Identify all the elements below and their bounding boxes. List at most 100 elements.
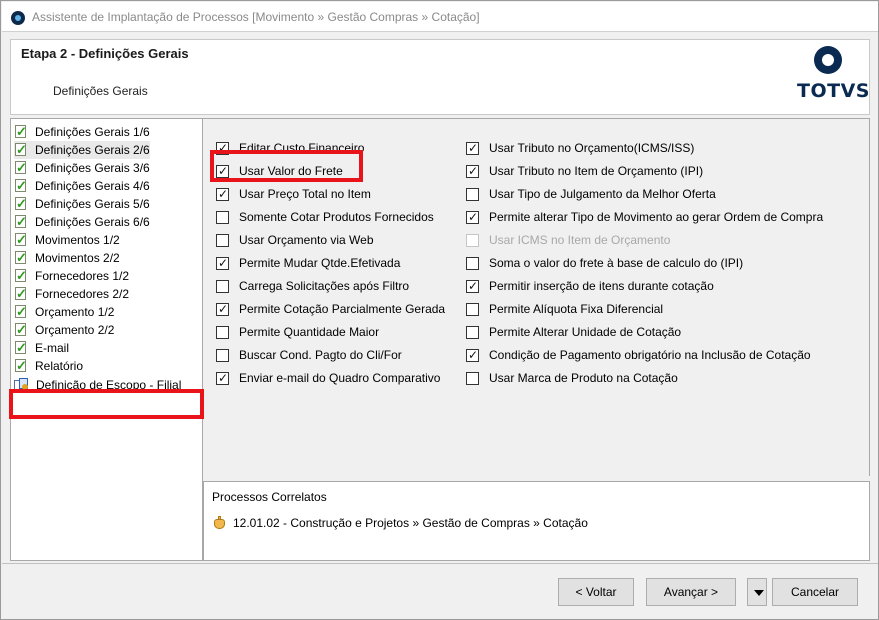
checkbox-box[interactable] [216, 233, 229, 247]
checkbox-box[interactable] [466, 141, 479, 155]
checkbox-usar-valor-do-frete[interactable]: Usar Valor do Frete [216, 162, 343, 180]
sidebar-item-definicoes-gerais-5[interactable]: ✓ Definições Gerais 5/6 [14, 195, 150, 213]
correlato-process-link[interactable]: 12.01.02 - Construção e Projetos » Gestã… [212, 516, 588, 530]
checkbox-editar-custo-financeiro[interactable]: Editar Custo Financeiro [216, 139, 364, 157]
checkbox-soma-valor-frete-ipi[interactable]: Soma o valor do frete à base de calculo … [466, 254, 743, 272]
sidebar-item-label: Fornecedores 1/2 [35, 269, 130, 283]
sidebar-item-label: Definições Gerais 4/6 [35, 179, 150, 193]
processos-correlatos-panel: Processos Correlatos 12.01.02 - Construç… [203, 481, 870, 561]
step-title: Etapa 2 - Definições Gerais [21, 46, 189, 61]
checkbox-somente-cotar-produtos-fornecidos[interactable]: Somente Cotar Produtos Fornecidos [216, 208, 434, 226]
checkbox-box[interactable] [216, 325, 229, 339]
wizard-footer: < Voltar Avançar > Cancelar [2, 563, 878, 619]
checkbox-label: Condição de Pagamento obrigatório na Inc… [489, 348, 811, 362]
checkbox-label: Permite Cotação Parcialmente Gerada [239, 302, 446, 316]
step-subtitle: Definições Gerais [53, 84, 148, 98]
completed-step-icon: ✓ [15, 250, 27, 265]
checkbox-usar-marca-produto[interactable]: Usar Marca de Produto na Cotação [466, 369, 678, 387]
completed-step-icon: ✓ [15, 322, 27, 337]
checkbox-box[interactable] [216, 256, 229, 270]
checkbox-carrega-solicitacoes-apos-filtro[interactable]: Carrega Solicitações após Filtro [216, 277, 409, 295]
checkbox-usar-tributo-item-orcamento[interactable]: Usar Tributo no Item de Orçamento (IPI) [466, 162, 703, 180]
checkbox-permitir-insercao-itens[interactable]: Permitir inserção de itens durante cotaç… [466, 277, 714, 295]
sidebar-item-movimentos-1[interactable]: ✓ Movimentos 1/2 [14, 231, 120, 249]
checkbox-box[interactable] [466, 187, 479, 201]
checkbox-box[interactable] [466, 256, 479, 270]
completed-step-icon: ✓ [15, 268, 27, 283]
checkbox-usar-preco-total-no-item[interactable]: Usar Preço Total no Item [216, 185, 371, 203]
checkbox-condicao-pagamento-obrigatorio[interactable]: Condição de Pagamento obrigatório na Inc… [466, 346, 811, 364]
options-panel: Editar Custo Financeiro Usar Valor do Fr… [203, 118, 870, 476]
checkbox-label: Usar Tributo no Item de Orçamento (IPI) [489, 164, 704, 178]
checkbox-label: Usar Tributo no Orçamento(ICMS/ISS) [489, 141, 695, 155]
hand-pointer-icon [212, 516, 228, 530]
sidebar-item-email[interactable]: ✓ E-mail [14, 339, 69, 357]
checkbox-label: Permite Alterar Unidade de Cotação [489, 325, 682, 339]
sidebar-item-definicoes-gerais-1[interactable]: ✓ Definições Gerais 1/6 [14, 123, 150, 141]
checkbox-box[interactable] [216, 348, 229, 362]
next-button[interactable]: Avançar > [646, 578, 736, 606]
checkbox-box[interactable] [216, 187, 229, 201]
sidebar-item-movimentos-2[interactable]: ✓ Movimentos 2/2 [14, 249, 120, 267]
completed-step-icon: ✓ [15, 232, 27, 247]
checkbox-usar-tributo-orcamento[interactable]: Usar Tributo no Orçamento(ICMS/ISS) [466, 139, 694, 157]
completed-step-icon: ✓ [15, 196, 27, 211]
checkbox-label: Usar Tipo de Julgamento da Melhor Oferta [489, 187, 716, 201]
sidebar-item-definicoes-gerais-6[interactable]: ✓ Definições Gerais 6/6 [14, 213, 150, 231]
checkbox-box[interactable] [466, 164, 479, 178]
checkbox-box[interactable] [466, 325, 479, 339]
sidebar-item-definicao-escopo-filial[interactable]: Definição de Escopo - Filial [14, 376, 181, 394]
checkbox-permite-aliquota-fixa[interactable]: Permite Alíquota Fixa Diferencial [466, 300, 663, 318]
checkbox-label: Usar ICMS no Item de Orçamento [489, 233, 671, 247]
sidebar-item-relatorio[interactable]: ✓ Relatório [14, 357, 83, 375]
options-dropdown-button[interactable] [747, 578, 767, 606]
checkbox-label: Permite Alíquota Fixa Diferencial [489, 302, 664, 316]
checkbox-permite-quantidade-maior[interactable]: Permite Quantidade Maior [216, 323, 379, 341]
checkbox-box[interactable] [216, 371, 229, 385]
sidebar-item-fornecedores-1[interactable]: ✓ Fornecedores 1/2 [14, 267, 129, 285]
checkbox-label: Permite alterar Tipo de Movimento ao ger… [489, 210, 824, 224]
checkbox-permite-cotacao-parcialmente-gerada[interactable]: Permite Cotação Parcialmente Gerada [216, 300, 445, 318]
checkbox-permite-alterar-unidade[interactable]: Permite Alterar Unidade de Cotação [466, 323, 681, 341]
checkbox-box[interactable] [216, 279, 229, 293]
checkbox-label: Permite Mudar Qtde.Efetivada [239, 256, 401, 270]
checkbox-box[interactable] [216, 164, 229, 178]
checkbox-buscar-cond-pagto[interactable]: Buscar Cond. Pagto do Cli/For [216, 346, 402, 364]
checkbox-label: Editar Custo Financeiro [239, 141, 365, 155]
back-button[interactable]: < Voltar [558, 578, 634, 606]
checkbox-enviar-email-quadro-comparativo[interactable]: Enviar e-mail do Quadro Comparativo [216, 369, 440, 387]
chevron-down-icon [754, 590, 764, 596]
sidebar-item-definicoes-gerais-2[interactable]: ✓ Definições Gerais 2/6 [14, 141, 150, 159]
sidebar-item-label: Orçamento 1/2 [35, 305, 115, 319]
sidebar-item-definicoes-gerais-4[interactable]: ✓ Definições Gerais 4/6 [14, 177, 150, 195]
checkbox-permite-alterar-tipo-movimento[interactable]: Permite alterar Tipo de Movimento ao ger… [466, 208, 823, 226]
checkbox-box[interactable] [466, 371, 479, 385]
sidebar-item-orcamento-1[interactable]: ✓ Orçamento 1/2 [14, 303, 114, 321]
completed-step-icon: ✓ [15, 358, 27, 373]
title-bar: Assistente de Implantação de Processos [… [2, 2, 878, 32]
cancel-button[interactable]: Cancelar [772, 578, 858, 606]
sidebar-item-label: Definições Gerais 5/6 [35, 197, 150, 211]
checkbox-box[interactable] [216, 141, 229, 155]
checkbox-box[interactable] [466, 302, 479, 316]
checkbox-box [466, 233, 479, 247]
checkbox-label: Usar Preço Total no Item [239, 187, 371, 201]
sidebar-item-label: Definição de Escopo - Filial [36, 378, 182, 392]
checkbox-label: Usar Orçamento via Web [239, 233, 374, 247]
checkbox-box[interactable] [466, 210, 479, 224]
checkbox-permite-mudar-qtde-efetivada[interactable]: Permite Mudar Qtde.Efetivada [216, 254, 400, 272]
wizard-header: Etapa 2 - Definições Gerais Definições G… [10, 39, 870, 115]
sidebar-item-orcamento-2[interactable]: ✓ Orçamento 2/2 [14, 321, 114, 339]
checkbox-usar-tipo-julgamento[interactable]: Usar Tipo de Julgamento da Melhor Oferta [466, 185, 716, 203]
sidebar-item-label: E-mail [35, 341, 70, 355]
checkbox-box[interactable] [466, 348, 479, 362]
sidebar-item-definicoes-gerais-3[interactable]: ✓ Definições Gerais 3/6 [14, 159, 150, 177]
checkbox-box[interactable] [216, 302, 229, 316]
checkbox-usar-orcamento-via-web[interactable]: Usar Orçamento via Web [216, 231, 374, 249]
checkbox-box[interactable] [216, 210, 229, 224]
checkbox-label: Usar Marca de Produto na Cotação [489, 371, 678, 385]
sidebar-item-label: Fornecedores 2/2 [35, 287, 130, 301]
checkbox-box[interactable] [466, 279, 479, 293]
totvs-logo-mark-icon [814, 46, 842, 74]
sidebar-item-fornecedores-2[interactable]: ✓ Fornecedores 2/2 [14, 285, 129, 303]
